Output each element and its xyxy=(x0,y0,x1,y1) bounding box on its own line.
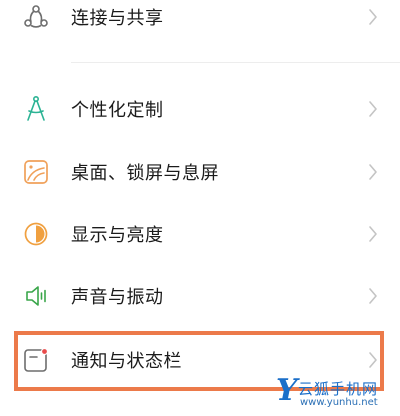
watermark: Y 云狐手机网 www.yunhu.net xyxy=(276,376,394,410)
settings-item-display-brightness[interactable]: 显示与亮度 xyxy=(0,207,400,261)
brightness-icon xyxy=(22,220,50,248)
settings-item-label: 声音与振动 xyxy=(71,287,164,308)
chevron-right-icon xyxy=(368,163,378,181)
settings-item-connect-share[interactable]: 连接与共享 xyxy=(0,0,400,44)
speaker-icon xyxy=(22,282,50,310)
settings-screen: 连接与共享 个性化定制 桌面、锁屏与息屏 显示与亮度 声音与振动 通知与状态栏 … xyxy=(0,0,400,416)
watermark-url: www.yunhu.net xyxy=(300,397,378,408)
settings-item-label: 显示与亮度 xyxy=(71,225,164,246)
settings-item-personalization[interactable]: 个性化定制 xyxy=(0,82,400,136)
compass-icon xyxy=(22,95,50,123)
settings-item-desktop-lockscreen[interactable]: 桌面、锁屏与息屏 xyxy=(0,145,400,199)
watermark-title: 云狐手机网 xyxy=(298,380,379,398)
settings-item-label: 个性化定制 xyxy=(71,100,164,121)
settings-item-label: 桌面、锁屏与息屏 xyxy=(71,163,219,184)
share-connect-icon xyxy=(22,3,50,31)
wallpaper-icon xyxy=(22,158,50,186)
chevron-right-icon xyxy=(368,225,378,243)
watermark-logo: Y xyxy=(276,373,298,408)
chevron-right-icon xyxy=(368,287,378,305)
chevron-right-icon xyxy=(368,100,378,118)
chevron-right-icon xyxy=(368,8,378,26)
section-divider xyxy=(71,62,400,63)
settings-item-sound-vibration[interactable]: 声音与振动 xyxy=(0,269,400,323)
settings-item-label: 连接与共享 xyxy=(71,8,164,29)
